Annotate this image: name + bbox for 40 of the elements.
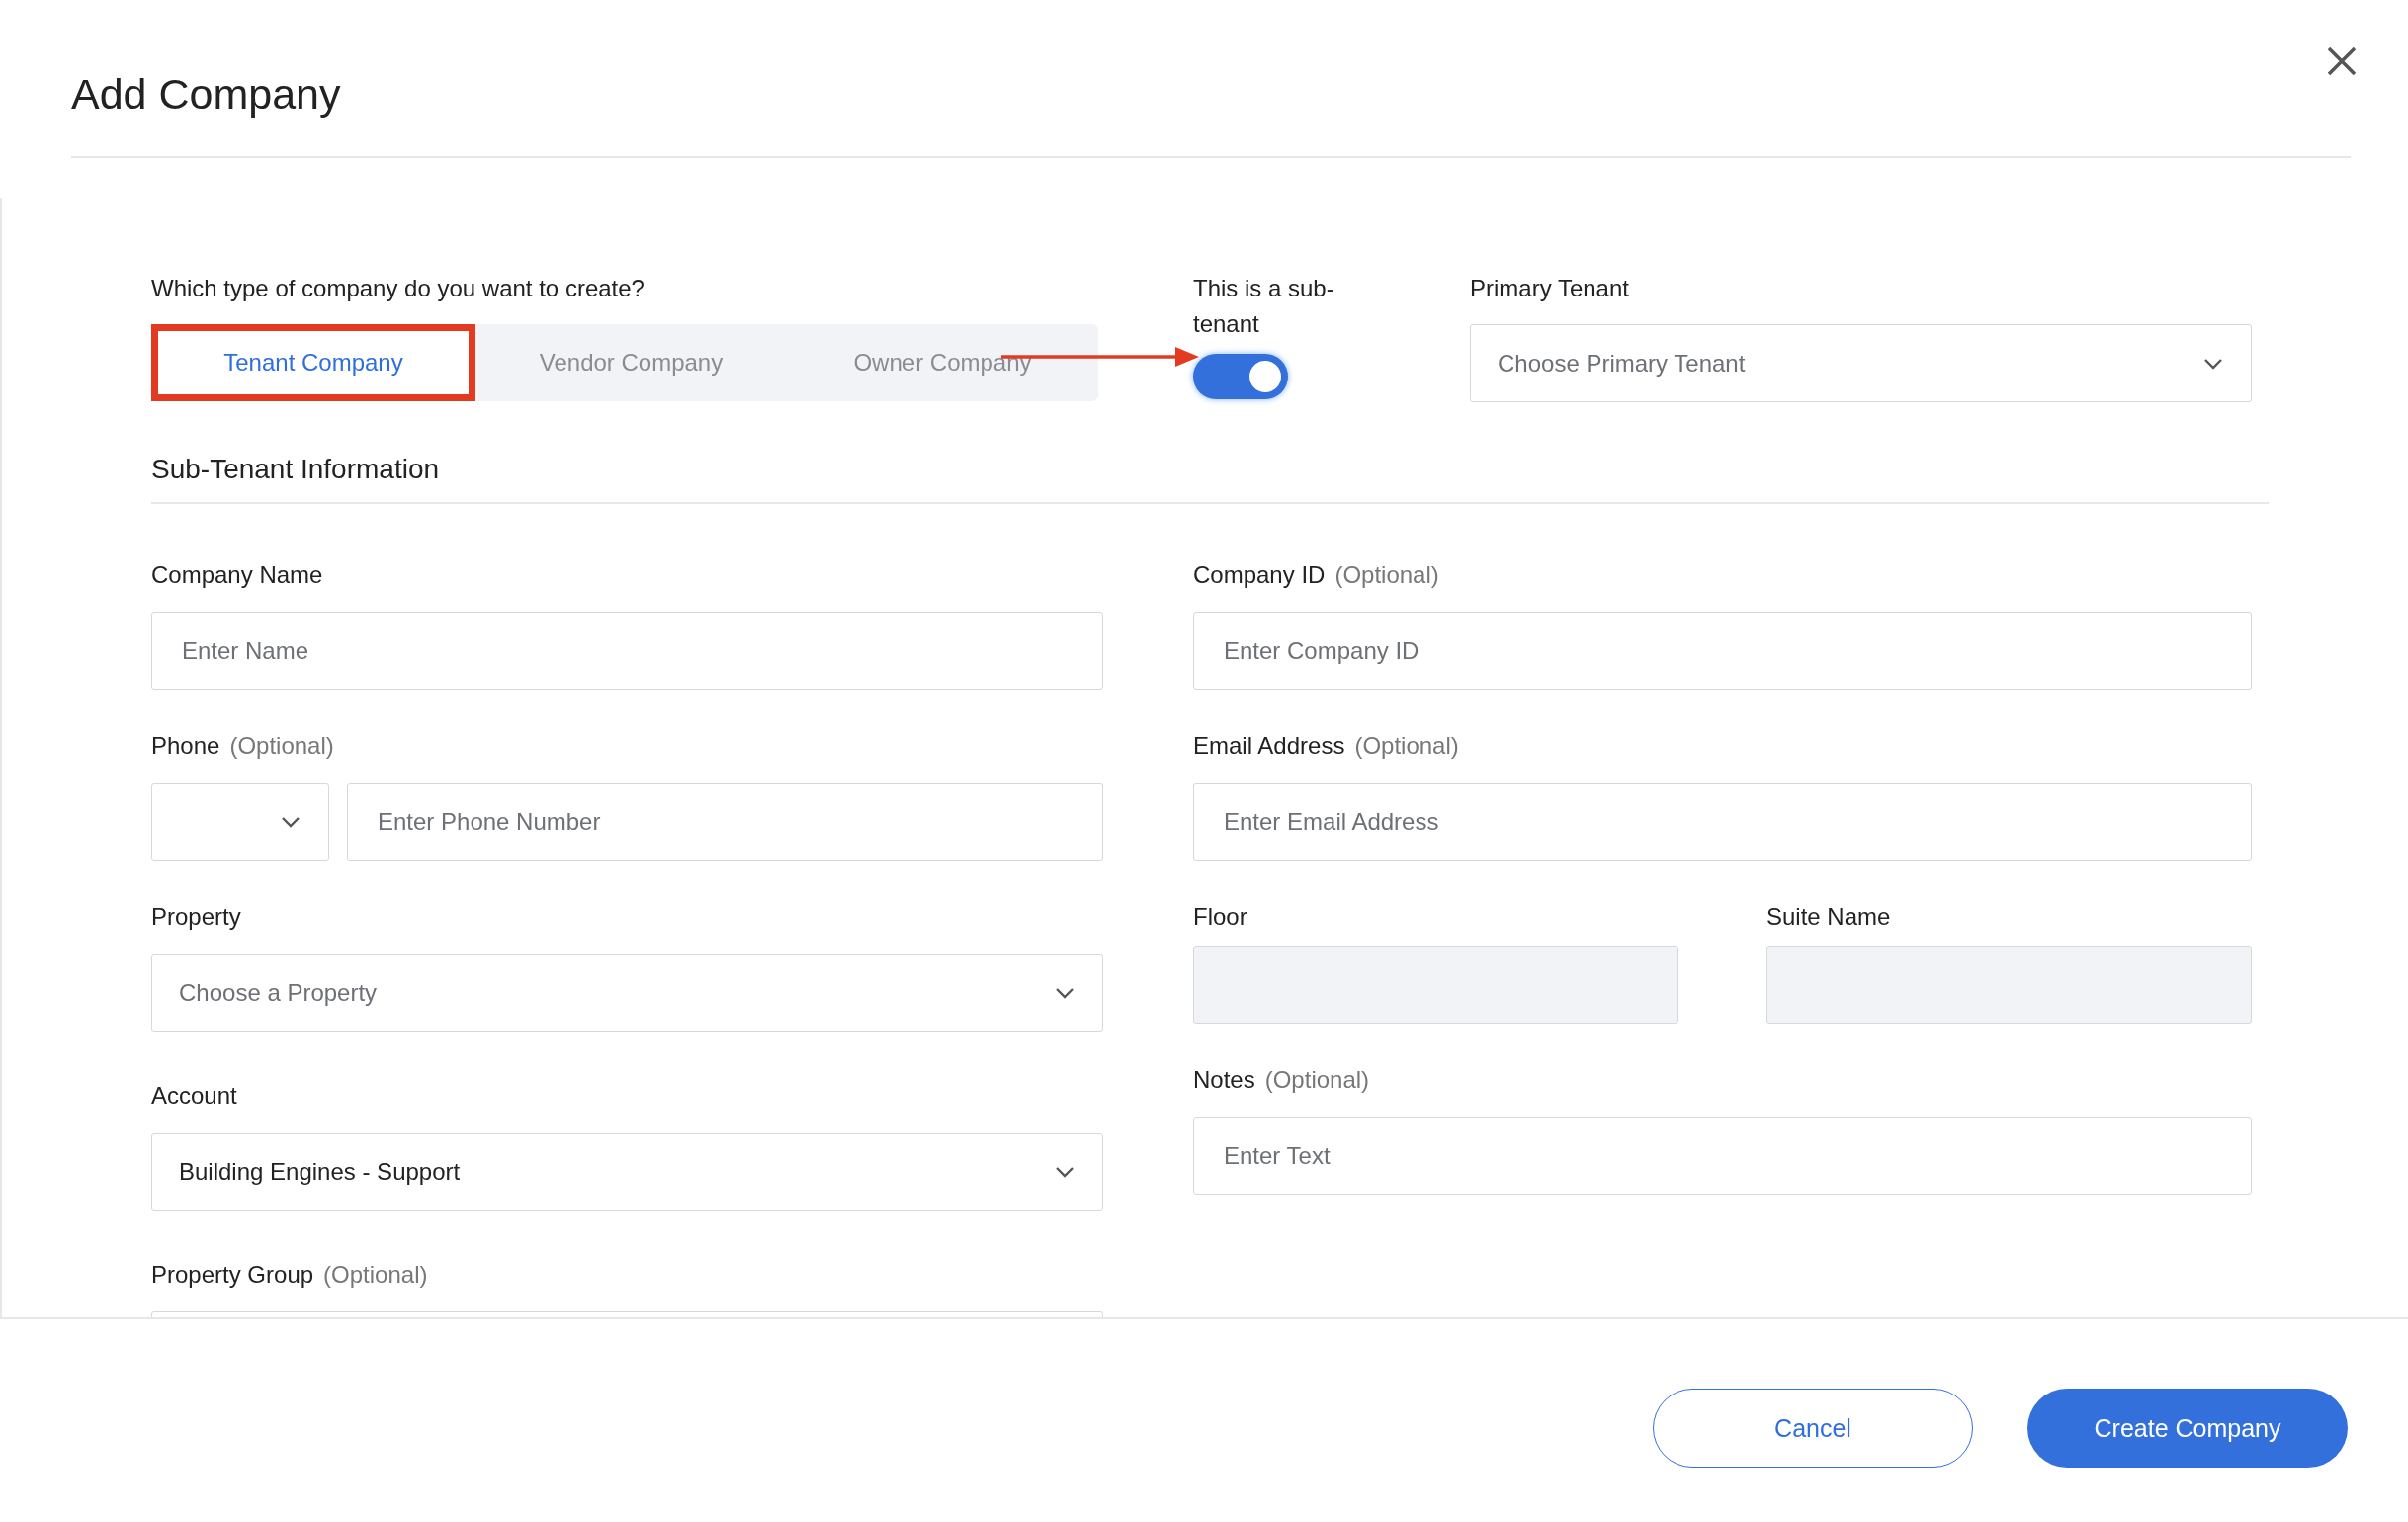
chevron-down-icon bbox=[281, 815, 301, 828]
sub-tenant-toggle[interactable] bbox=[1193, 354, 1288, 399]
company-type-tab[interactable]: Owner Company bbox=[787, 324, 1098, 401]
field-label: Property bbox=[151, 902, 241, 932]
field-label: Email Address bbox=[1193, 731, 1345, 761]
text-input[interactable]: Enter Email Address bbox=[1193, 783, 2252, 861]
chevron-down-icon bbox=[1055, 1165, 1075, 1178]
section-title: Sub-Tenant Information bbox=[151, 452, 2269, 504]
dialog-title: Add Company bbox=[71, 69, 341, 119]
chevron-down-icon bbox=[1055, 986, 1075, 999]
country-code-select[interactable] bbox=[151, 783, 329, 861]
field-label: Suite Name bbox=[1766, 902, 1891, 932]
primary-tenant-select[interactable]: Choose Primary Tenant bbox=[1470, 324, 2252, 402]
field-label: Notes bbox=[1193, 1065, 1255, 1095]
company-type-tab[interactable]: Tenant Company bbox=[151, 324, 475, 401]
optional-hint: (Optional) bbox=[1354, 731, 1459, 761]
field-label: Company ID bbox=[1193, 560, 1326, 590]
dropdown-select[interactable]: Building Engines - Support bbox=[151, 1133, 1103, 1211]
optional-hint: (Optional) bbox=[1264, 1065, 1370, 1095]
optional-hint: (Optional) bbox=[1334, 560, 1439, 590]
dropdown-select[interactable]: Choose a Property bbox=[151, 954, 1103, 1032]
optional-hint: (Optional) bbox=[323, 1260, 428, 1290]
company-type-tab[interactable]: Vendor Company bbox=[475, 324, 787, 401]
field-label: Phone bbox=[151, 731, 220, 761]
text-input[interactable]: Enter Text bbox=[1193, 1117, 2252, 1195]
field-label: Account bbox=[151, 1081, 237, 1111]
field-label: Property Group bbox=[151, 1260, 314, 1290]
text-input[interactable]: Enter Name bbox=[151, 612, 1103, 690]
optional-hint: (Optional) bbox=[229, 731, 334, 761]
create-button[interactable]: Create Company bbox=[2027, 1389, 2348, 1468]
field-label: Primary Tenant bbox=[1470, 274, 1630, 303]
text-input[interactable]: Enter Company ID bbox=[1193, 612, 2252, 690]
close-icon[interactable] bbox=[2327, 46, 2357, 76]
field-label: Floor bbox=[1193, 902, 1247, 932]
company-type-question: Which type of company do you want to create? bbox=[151, 274, 645, 303]
field-label: Company Name bbox=[151, 560, 323, 590]
sub-tenant-label: This is a sub-tenant bbox=[1193, 274, 1335, 339]
chevron-down-icon bbox=[2203, 357, 2223, 370]
cancel-button[interactable]: Cancel bbox=[1653, 1389, 1973, 1468]
phone-input[interactable]: Enter Phone Number bbox=[347, 783, 1103, 861]
